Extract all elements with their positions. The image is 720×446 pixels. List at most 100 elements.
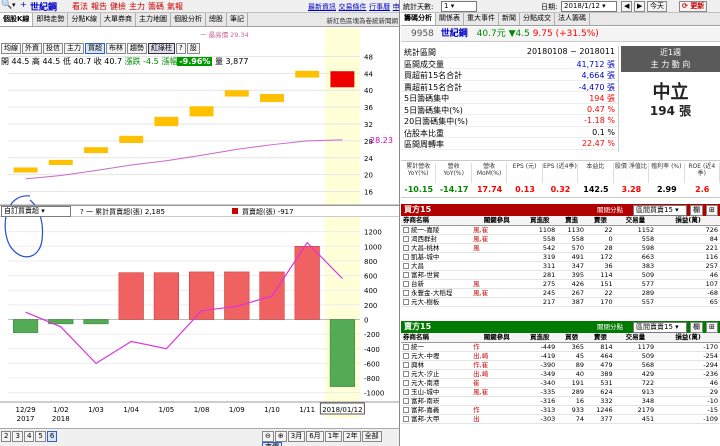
- tab-report[interactable]: 報告: [91, 2, 107, 11]
- netbuy-bar[interactable]: [329, 319, 355, 387]
- row-checkbox[interactable]: [403, 226, 409, 233]
- broker-name[interactable]: 富邦-南崁: [401, 396, 472, 406]
- broker-name[interactable]: 永豐金-大稻埕: [401, 288, 472, 298]
- price-candle[interactable]: [13, 167, 38, 173]
- price-candle[interactable]: [84, 147, 108, 154]
- tab-intraday[interactable]: 即時走勢: [33, 13, 69, 26]
- stock-name[interactable]: 世紀鋼: [441, 29, 468, 39]
- buy-grid-button[interactable]: ⊞: [706, 205, 718, 216]
- page-2[interactable]: 2: [1, 431, 12, 442]
- row-checkbox[interactable]: [403, 244, 409, 251]
- column-header[interactable]: 關鍵參與: [471, 333, 523, 343]
- date-select[interactable]: 2018/1/12 ▾: [561, 1, 617, 12]
- table-row[interactable]: 大昌 311 347 36 383 257: [401, 261, 720, 271]
- tab-health[interactable]: 健檢: [110, 2, 126, 11]
- broker-name[interactable]: 興林: [401, 360, 472, 370]
- tab-main-map[interactable]: 主力地圖: [136, 13, 172, 26]
- search-icon[interactable]: 🔍: [1, 0, 12, 10]
- page-6[interactable]: 6: [46, 431, 58, 442]
- row-checkbox[interactable]: [403, 388, 409, 395]
- table-row[interactable]: 永豐金-大稻埕 風,崔 245 267 22 289 -68: [401, 288, 720, 298]
- column-header[interactable]: 交易量: [614, 333, 657, 343]
- price-candle[interactable]: [119, 135, 144, 143]
- table-row[interactable]: 富邦-大甲 出 -303 74 377 451 -109: [401, 414, 720, 424]
- tab-opinion[interactable]: 看法: [72, 2, 88, 11]
- row-checkbox[interactable]: [403, 343, 409, 350]
- table-row[interactable]: 元大-南港 崔 -340 191 531 722 46: [401, 378, 720, 388]
- query-price-button[interactable]: 查價: [262, 442, 282, 446]
- row-checkbox[interactable]: [403, 406, 409, 413]
- netbuy-bar[interactable]: [83, 319, 109, 325]
- tab-mainforce[interactable]: 主力: [129, 2, 145, 11]
- link-calendar[interactable]: 行事曆: [369, 3, 390, 11]
- table-row[interactable]: 統一-嘉陵 風,崔 1108 1130 22 1152 726: [401, 225, 720, 235]
- row-checkbox[interactable]: [403, 253, 409, 260]
- sell-filter-select[interactable]: 區間賣賣15 ▾: [633, 322, 687, 333]
- column-header[interactable]: 買進股: [522, 333, 558, 343]
- table-row[interactable]: 富邦-南崁 -316 16 332 348 -10: [401, 396, 720, 406]
- table-row[interactable]: 統一 作 -449 365 814 1179 -170: [401, 342, 720, 352]
- stat-days-select[interactable]: 1 ▾: [441, 1, 477, 12]
- table-row[interactable]: 富邦-嘉義 作 -313 933 1246 2179 -15: [401, 405, 720, 415]
- row-checkbox[interactable]: [403, 298, 409, 305]
- zoom-in-icon[interactable]: ⊕: [274, 431, 287, 442]
- column-header[interactable]: 買張: [557, 333, 586, 343]
- price-candle[interactable]: [295, 70, 320, 78]
- column-header[interactable]: 賣張: [585, 216, 615, 226]
- tab-big-broker[interactable]: 大單券商: [101, 13, 137, 26]
- table-row[interactable]: 興林 作,崔 -390 89 479 568 -294: [401, 360, 720, 370]
- range-1y[interactable]: 1年: [324, 431, 343, 442]
- broker-name[interactable]: 元大-南港: [401, 378, 472, 388]
- column-header[interactable]: 關鍵參與: [471, 216, 523, 226]
- row-checkbox[interactable]: [403, 370, 409, 377]
- tab-analysis[interactable]: 個股分析: [171, 13, 207, 26]
- prev-date-button[interactable]: ◀: [621, 1, 633, 12]
- sell-expand-button[interactable]: 欄: [690, 322, 703, 333]
- tab-kline[interactable]: 個股K線: [0, 13, 34, 26]
- netbuy-bar[interactable]: [153, 272, 179, 320]
- sell-grid-button[interactable]: ⊞: [706, 322, 718, 333]
- range-2y[interactable]: 2年: [343, 431, 361, 442]
- today-button[interactable]: 今天: [647, 1, 667, 12]
- row-checkbox[interactable]: [403, 289, 409, 296]
- netbuy-bar[interactable]: [118, 272, 144, 320]
- tab-institutional[interactable]: 法人籌碼: [555, 13, 590, 25]
- price-candle[interactable]: [330, 71, 355, 88]
- column-header[interactable]: 損益(萬): [656, 216, 720, 226]
- dropdown-arrow-icon[interactable]: ▾: [12, 1, 16, 9]
- table-row[interactable]: 大昌-桃林 風 542 570 28 598 221: [401, 243, 720, 253]
- tab-notes[interactable]: 筆記: [227, 13, 249, 26]
- row-checkbox[interactable]: [403, 280, 409, 287]
- buy-expand-button[interactable]: 欄: [690, 205, 703, 216]
- column-header[interactable]: 交易量: [614, 216, 657, 226]
- column-header[interactable]: 賣張: [585, 333, 615, 343]
- column-header[interactable]: 買進股: [522, 216, 558, 226]
- link-latest[interactable]: 最新資訊: [308, 3, 336, 11]
- zoom-out-icon[interactable]: ⊖: [262, 431, 274, 442]
- table-row[interactable]: 元大-汐止 出,崎 -349 40 389 429 -236: [401, 369, 720, 379]
- table-row[interactable]: 元大-中壢 出,崎 -419 45 464 509 -254: [401, 351, 720, 361]
- row-checkbox[interactable]: [403, 415, 409, 422]
- broker-name[interactable]: 凱基-城中: [401, 252, 472, 262]
- price-candle[interactable]: [189, 106, 214, 117]
- tab-chips[interactable]: 籌碼: [148, 2, 164, 11]
- broker-name[interactable]: 台新: [401, 279, 472, 289]
- column-header[interactable]: 賣進: [557, 216, 586, 226]
- column-header[interactable]: 券商名稱: [401, 216, 472, 226]
- table-row[interactable]: 渴西群封 風,崔 558 558 0 558 84: [401, 234, 720, 244]
- range-6m[interactable]: 6月: [306, 431, 324, 442]
- table-row[interactable]: 凱基-城中 319 491 172 663 116: [401, 252, 720, 262]
- range-all[interactable]: 全部: [361, 431, 382, 442]
- broker-name[interactable]: 富邦-世貿: [401, 270, 472, 280]
- netbuy-bar[interactable]: [189, 271, 215, 320]
- refresh-button[interactable]: ⟳ 更新: [679, 1, 708, 12]
- netbuy-bar[interactable]: [224, 271, 250, 320]
- price-candle[interactable]: [154, 116, 179, 127]
- row-checkbox[interactable]: [403, 361, 409, 368]
- column-header[interactable]: 券商名稱: [401, 333, 472, 343]
- indicator-select[interactable]: 自訂買賣超 ▾: [1, 206, 71, 217]
- table-row[interactable]: 台新 風 275 426 151 577 107: [401, 279, 720, 289]
- tab-relations[interactable]: 關係表: [436, 13, 464, 25]
- add-icon[interactable]: +: [20, 0, 27, 9]
- next-date-button[interactable]: ▶: [634, 1, 646, 12]
